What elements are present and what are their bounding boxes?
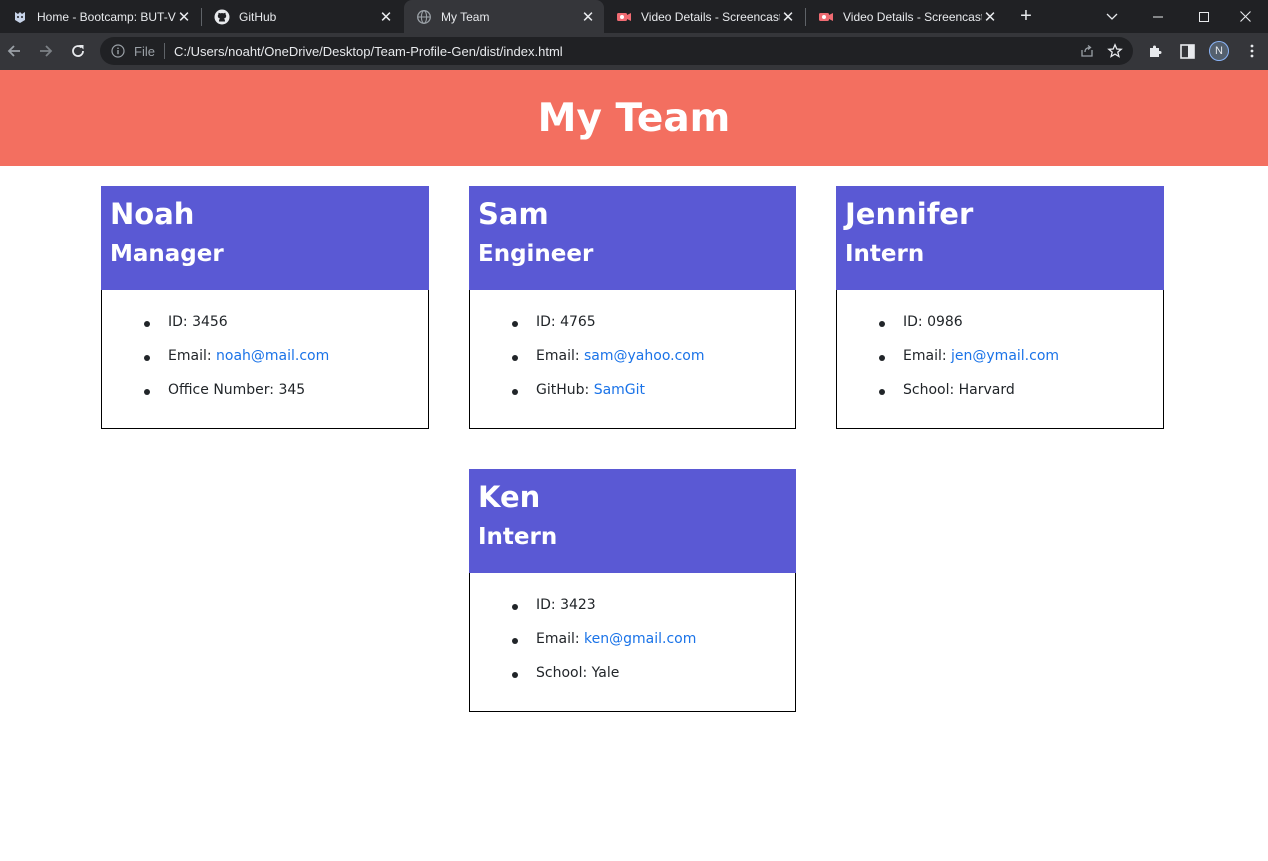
window-close-button[interactable] (1222, 0, 1268, 33)
maximize-icon (1199, 11, 1209, 22)
arrow-left-icon (7, 45, 20, 57)
email-link[interactable]: jen@ymail.com (951, 348, 1059, 364)
tab-title: My Team (441, 9, 490, 24)
forward-button[interactable] (32, 37, 60, 65)
browser-toolbar: File C:/Users/noaht/OneDrive/Desktop/Tea… (0, 33, 1268, 70)
info-icon[interactable] (110, 43, 126, 59)
screencastify-icon (818, 9, 834, 25)
employee-card-noah: Noah Manager ID: 3456 Email: noah@mail.c… (101, 186, 429, 429)
employee-name: Ken (478, 480, 541, 514)
side-panel-icon (1179, 43, 1195, 59)
employee-id: ID: 3423 (512, 597, 596, 613)
profile-button[interactable]: N (1205, 37, 1233, 65)
reload-icon (72, 45, 84, 57)
tab-title: GitHub (239, 9, 277, 24)
tab-title: Home - Bootcamp: BUT-V (37, 9, 176, 24)
email-link[interactable]: sam@yahoo.com (584, 348, 704, 364)
new-tab-button[interactable]: + (1014, 4, 1038, 28)
employee-card-ken: Ken Intern ID: 3423 Email: ken@gmail.com… (469, 469, 796, 712)
minimize-button[interactable] (1135, 0, 1181, 33)
tab-title: Video Details - Screencast (641, 9, 780, 24)
tab-strip: Home - Bootcamp: BUT-V ✕ GitHub ✕ My Tea… (0, 0, 1268, 33)
scheme-label: File (134, 43, 155, 59)
close-icon[interactable]: ✕ (378, 9, 394, 26)
screencastify-icon (616, 9, 632, 25)
more-vert-icon (1250, 44, 1254, 58)
employee-id: ID: 0986 (879, 314, 963, 330)
tab-video-details-2[interactable]: Video Details - Screencast ✕ (806, 0, 1006, 33)
github-link[interactable]: SamGit (594, 382, 645, 398)
tab-github[interactable]: GitHub ✕ (202, 0, 402, 33)
employee-id: ID: 3456 (144, 314, 228, 330)
star-icon[interactable] (1101, 37, 1129, 65)
employee-id: ID: 4765 (512, 314, 596, 330)
employee-email: Email: ken@gmail.com (511, 631, 697, 647)
extensions-button[interactable] (1141, 37, 1169, 65)
card-header: Jennifer Intern (836, 186, 1164, 290)
employee-email: Email: jen@ymail.com (878, 348, 1060, 364)
employee-role: Intern (478, 524, 558, 550)
employee-school: School: Harvard (879, 382, 1015, 398)
employee-school: School: Yale (511, 665, 620, 681)
url-text[interactable]: C:/Users/noaht/OneDrive/Desktop/Team-Pro… (174, 44, 1073, 59)
employee-card-jennifer: Jennifer Intern ID: 0986 Email: jen@ymai… (836, 186, 1164, 429)
card-header: Noah Manager (101, 186, 429, 290)
employee-name: Jennifer (845, 197, 974, 231)
puzzle-icon (1150, 45, 1162, 57)
employee-role: Intern (845, 241, 925, 267)
address-divider (163, 43, 165, 59)
chevron-down-icon (1106, 13, 1118, 20)
email-link[interactable]: noah@mail.com (216, 348, 329, 364)
employee-email: Email: noah@mail.com (143, 348, 330, 364)
page-title: My Team (537, 95, 731, 141)
tab-my-team[interactable]: My Team ✕ (404, 0, 604, 33)
bootcamp-logo-icon (12, 9, 28, 25)
side-panel-button[interactable] (1173, 37, 1201, 65)
employee-name: Noah (110, 197, 195, 231)
close-icon[interactable]: ✕ (580, 9, 596, 26)
employee-name: Sam (478, 197, 549, 231)
globe-icon (416, 9, 432, 25)
employee-role: Engineer (478, 241, 594, 267)
arrow-right-icon (40, 45, 53, 57)
avatar: N (1209, 41, 1229, 61)
card-header: Ken Intern (469, 469, 796, 573)
minimize-icon (1153, 16, 1163, 17)
maximize-button[interactable] (1181, 0, 1227, 33)
email-link[interactable]: ken@gmail.com (584, 631, 696, 647)
tab-video-details-1[interactable]: Video Details - Screencast ✕ (604, 0, 804, 33)
close-icon[interactable]: ✕ (982, 9, 998, 26)
tab-search-button[interactable] (1089, 0, 1135, 33)
close-icon (1239, 11, 1251, 22)
back-button[interactable] (0, 37, 28, 65)
tab-title: Video Details - Screencast (843, 9, 982, 24)
menu-button[interactable] (1238, 37, 1266, 65)
github-icon (214, 9, 230, 25)
close-icon[interactable]: ✕ (176, 9, 192, 26)
close-icon[interactable]: ✕ (780, 9, 796, 26)
employee-card-sam: Sam Engineer ID: 4765 Email: sam@yahoo.c… (469, 186, 796, 429)
address-bar[interactable]: File C:/Users/noaht/OneDrive/Desktop/Tea… (100, 37, 1133, 65)
reload-button[interactable] (64, 37, 92, 65)
share-icon[interactable] (1073, 37, 1101, 65)
tab-bootcamp[interactable]: Home - Bootcamp: BUT-V ✕ (0, 0, 200, 33)
employee-github: GitHub: SamGit (511, 382, 646, 398)
card-header: Sam Engineer (469, 186, 796, 290)
page-header: My Team (0, 70, 1268, 166)
employee-email: Email: sam@yahoo.com (512, 348, 705, 364)
employee-role: Manager (110, 241, 224, 267)
employee-office-number: Office Number: 345 (143, 382, 306, 398)
